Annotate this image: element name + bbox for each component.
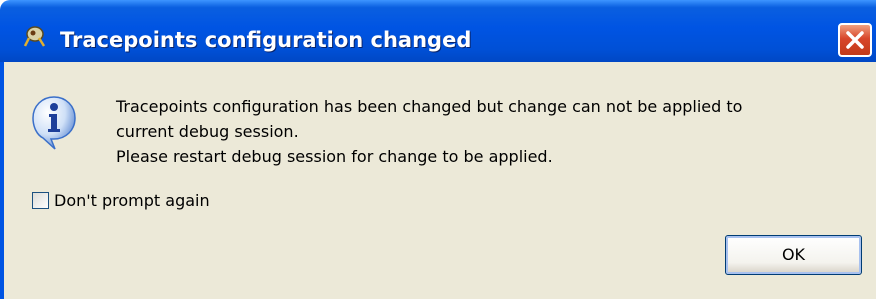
ok-button[interactable]: OK [725,235,862,275]
message-line-1: Tracepoints configuration has been chang… [116,97,743,116]
dont-prompt-checkbox[interactable] [32,192,49,209]
info-icon [32,96,76,150]
close-icon [846,31,864,49]
title-bar[interactable]: Tracepoints configuration changed [0,0,876,62]
app-icon [23,26,46,47]
message-line-3: Please restart debug session for change … [116,147,553,166]
message-line-2: current debug session. [116,122,299,141]
dont-prompt-label[interactable]: Don't prompt again [54,191,210,210]
close-button[interactable] [838,23,872,57]
dialog-window: Tracepoints configuration changed Tracep… [0,0,876,299]
dialog-title: Tracepoints configuration changed [60,28,472,52]
